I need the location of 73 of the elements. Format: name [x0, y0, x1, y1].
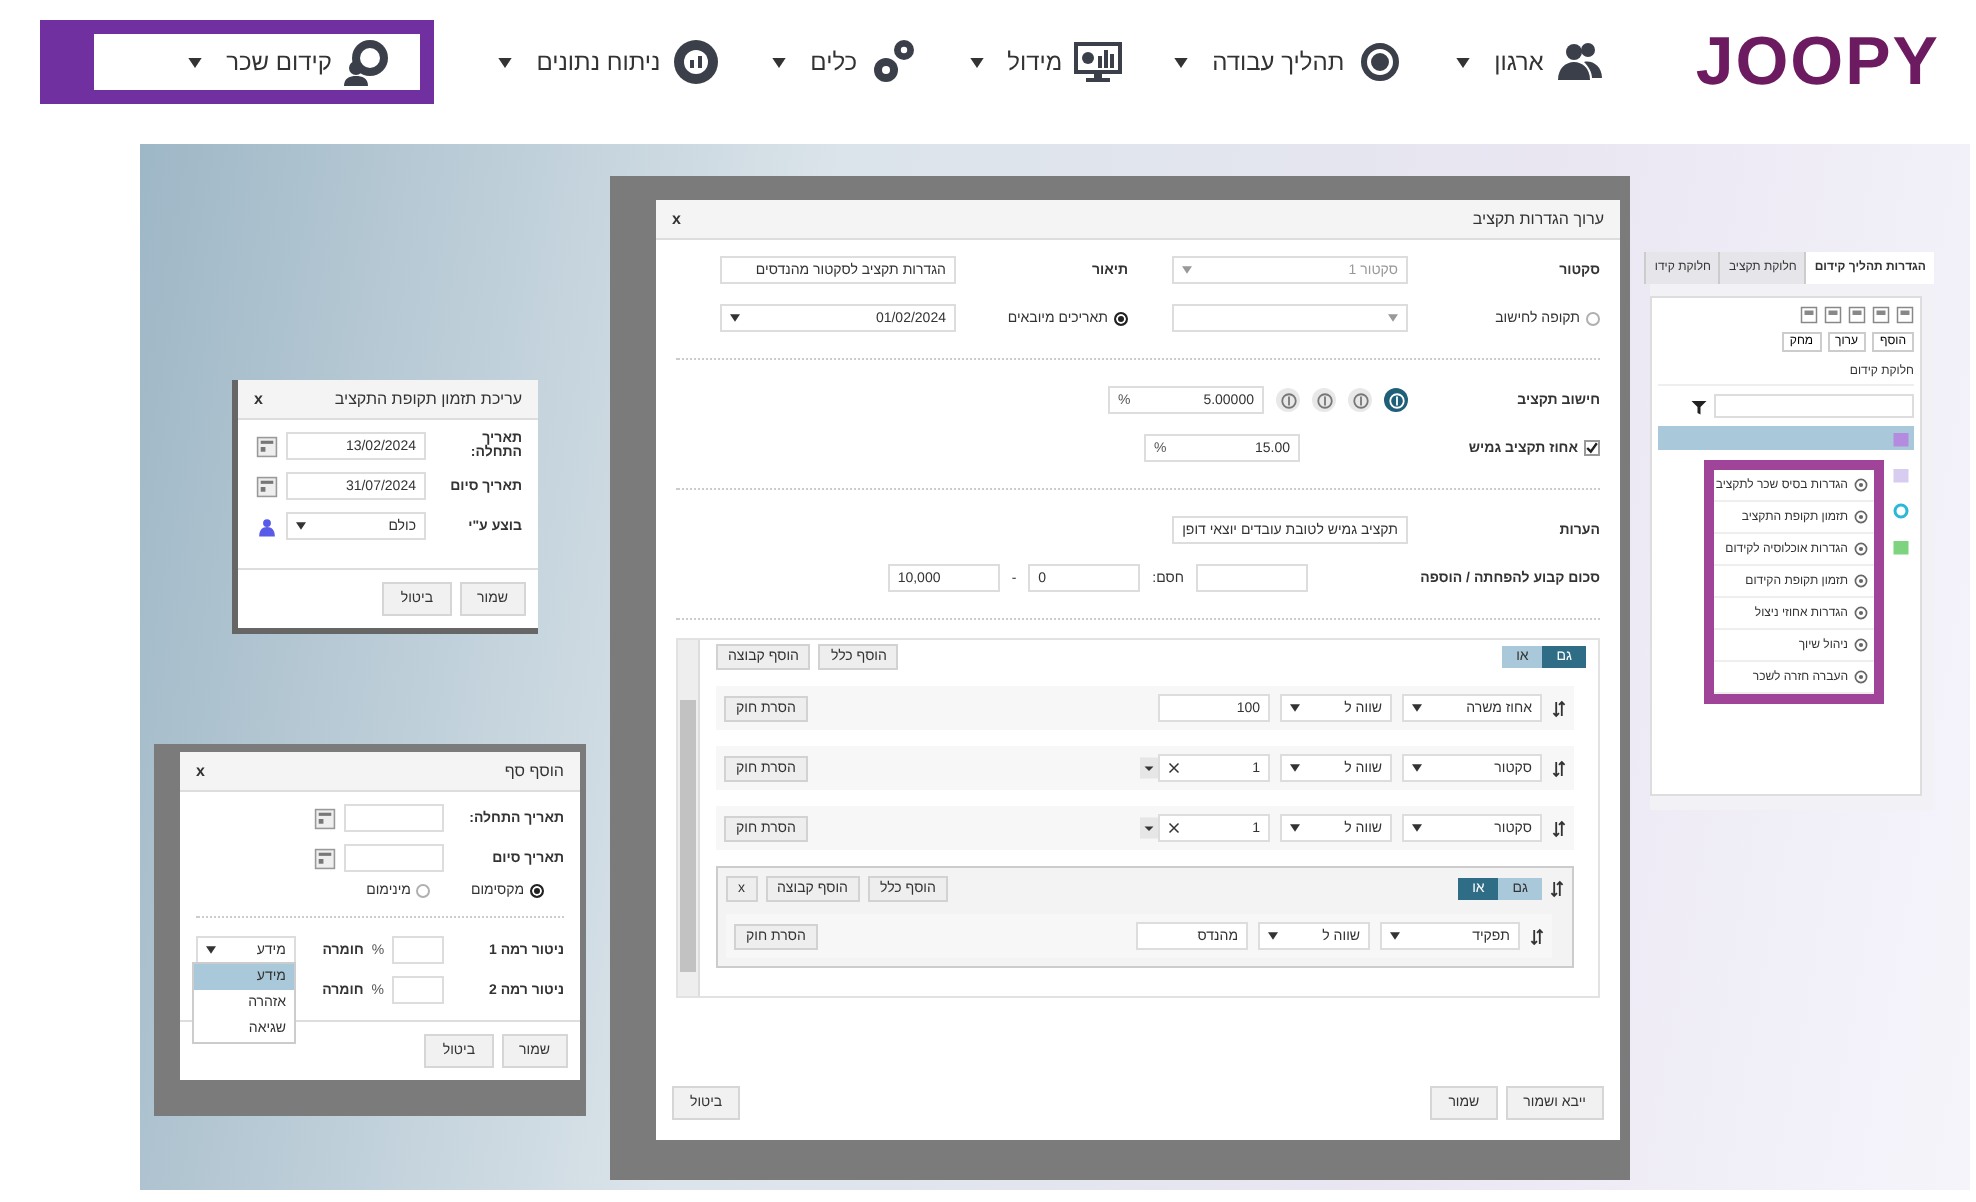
- caret-icon: [1412, 704, 1422, 712]
- input-field[interactable]: [392, 976, 444, 1004]
- calendar-icon[interactable]: [314, 847, 336, 869]
- radio-button[interactable]: [1114, 311, 1128, 325]
- checkmark-icon: [1586, 440, 1598, 456]
- input-field[interactable]: [344, 844, 444, 872]
- sort-arrows-icon[interactable]: [1530, 927, 1544, 945]
- close-button[interactable]: x: [672, 210, 681, 228]
- caret-icon: [296, 522, 306, 530]
- caret-icon: [1268, 932, 1278, 940]
- toolbar-icon[interactable]: [1800, 306, 1818, 324]
- radio-button[interactable]: [1586, 311, 1600, 325]
- calculation-mode-button[interactable]: [1348, 388, 1372, 412]
- dialog-title: הוסף סף: [504, 762, 564, 780]
- toolbar-icon[interactable]: [1872, 306, 1890, 324]
- dialog-title: ערוך הגדרות תקציב: [1472, 210, 1604, 228]
- nav-menu-item[interactable]: ארגון: [1456, 38, 1604, 86]
- calendar-icon[interactable]: [256, 475, 278, 497]
- caret-icon: [772, 57, 787, 67]
- caret-icon[interactable]: [1140, 814, 1158, 842]
- scrollbar[interactable]: [678, 640, 698, 996]
- calculation-mode-button[interactable]: [1312, 388, 1336, 412]
- calculation-mode-button[interactable]: [1384, 388, 1408, 412]
- nav-menu-item[interactable]: תהליך עבודה: [1174, 38, 1405, 86]
- toolbar-icon[interactable]: [1896, 306, 1914, 324]
- nav-menu-item[interactable]: ניתוח נתונים: [498, 38, 721, 86]
- money-person-icon: [344, 38, 392, 86]
- clear-icon[interactable]: [1168, 822, 1180, 834]
- calendar-icon[interactable]: [314, 807, 336, 829]
- caret-icon: [1412, 764, 1422, 772]
- caret-icon: [1412, 824, 1422, 832]
- toolbar-icon[interactable]: [1824, 306, 1842, 324]
- input-field[interactable]: [392, 936, 445, 964]
- sort-arrows-icon[interactable]: [1552, 759, 1566, 777]
- caret-icon: [730, 314, 740, 322]
- calculation-mode-button[interactable]: [1276, 388, 1300, 412]
- caret-icon: [1290, 704, 1300, 712]
- caret-icon: [969, 57, 984, 67]
- dialog-title: עריכת תזמון תקופת התקציב: [334, 390, 522, 408]
- checkbox[interactable]: [1584, 440, 1600, 456]
- radio-button[interactable]: [530, 884, 544, 898]
- caret-icon: [1174, 57, 1189, 67]
- filter-icon[interactable]: [1690, 397, 1708, 415]
- radio-button[interactable]: [416, 884, 431, 898]
- close-button[interactable]: x: [196, 762, 205, 780]
- caret-icon: [1182, 266, 1192, 274]
- chart-circle-icon: [672, 38, 721, 86]
- sort-arrows-icon[interactable]: [1552, 819, 1566, 837]
- caret-icon: [1456, 57, 1471, 67]
- amount-field[interactable]: [1196, 564, 1308, 592]
- sort-arrows-icon[interactable]: [1552, 699, 1566, 717]
- caret-icon: [1388, 314, 1398, 322]
- caret-icon[interactable]: [1140, 754, 1158, 782]
- people-icon: [1555, 38, 1604, 86]
- person-icon[interactable]: [256, 515, 278, 537]
- filter-field[interactable]: [1714, 394, 1914, 418]
- nav-menu-item[interactable]: מידול: [969, 38, 1123, 86]
- toolbar-icon[interactable]: [1848, 306, 1866, 324]
- nav-menu-item[interactable]: כלים: [772, 38, 918, 86]
- caret-icon: [498, 57, 513, 67]
- calendar-icon: [1892, 537, 1910, 555]
- caret-icon: [206, 946, 216, 954]
- monitor-chart-icon: [1074, 38, 1123, 86]
- sort-arrows-icon[interactable]: [1550, 880, 1564, 898]
- caret-icon: [188, 57, 203, 67]
- caret-icon: [1290, 824, 1300, 832]
- clear-icon[interactable]: [1168, 762, 1180, 774]
- caret-icon: [1290, 764, 1300, 772]
- input-field[interactable]: [344, 804, 444, 832]
- joopy-logo[interactable]: JOOPY: [1695, 23, 1940, 101]
- close-button[interactable]: x: [254, 390, 263, 408]
- caret-icon: [1390, 932, 1400, 940]
- calendar-icon[interactable]: [256, 435, 278, 457]
